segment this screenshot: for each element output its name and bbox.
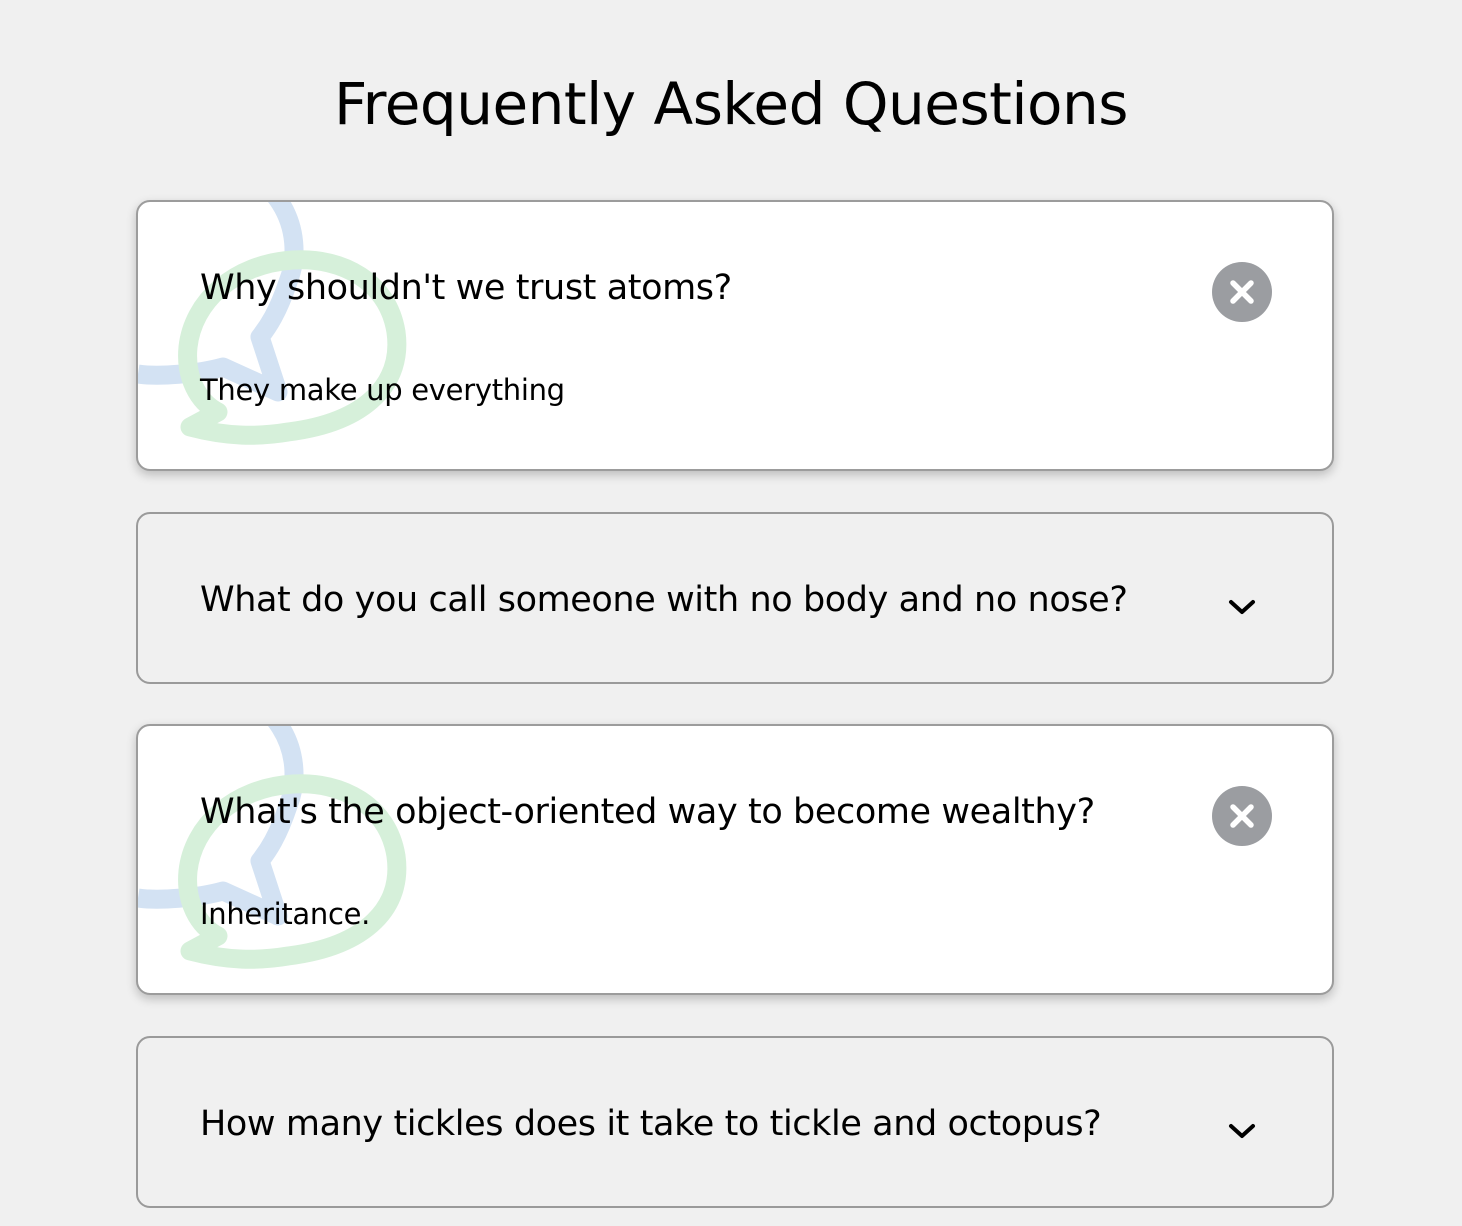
faq-question[interactable]: Why shouldn't we trust atoms? [200, 264, 732, 312]
page-title: Frequently Asked Questions [333, 70, 1129, 138]
faq-item-1: Why shouldn't we trust atoms? They make … [136, 200, 1334, 471]
faq-answer: They make up everything [200, 373, 565, 407]
chevron-down-icon [1229, 600, 1255, 614]
faq-question[interactable]: What do you call someone with no body an… [200, 576, 1128, 624]
faq-item-2: What do you call someone with no body an… [136, 512, 1334, 684]
faq-item-3: What's the object-oriented way to become… [136, 724, 1334, 995]
faq-page: Frequently Asked Questions Why shouldn't… [0, 0, 1462, 1226]
speech-bubbles-icon [138, 202, 407, 445]
close-button[interactable] [1212, 262, 1272, 322]
faq-answer: Inheritance. [200, 897, 371, 931]
expand-button[interactable] [1212, 1098, 1272, 1158]
expand-button[interactable] [1212, 574, 1272, 634]
faq-question[interactable]: What's the object-oriented way to become… [200, 788, 1095, 836]
chevron-down-icon [1229, 1124, 1255, 1138]
close-icon [1230, 280, 1254, 304]
close-icon [1230, 804, 1254, 828]
faq-item-4: How many tickles does it take to tickle … [136, 1036, 1334, 1208]
faq-question[interactable]: How many tickles does it take to tickle … [200, 1100, 1102, 1148]
close-button[interactable] [1212, 786, 1272, 846]
speech-bubbles-icon [138, 726, 407, 969]
